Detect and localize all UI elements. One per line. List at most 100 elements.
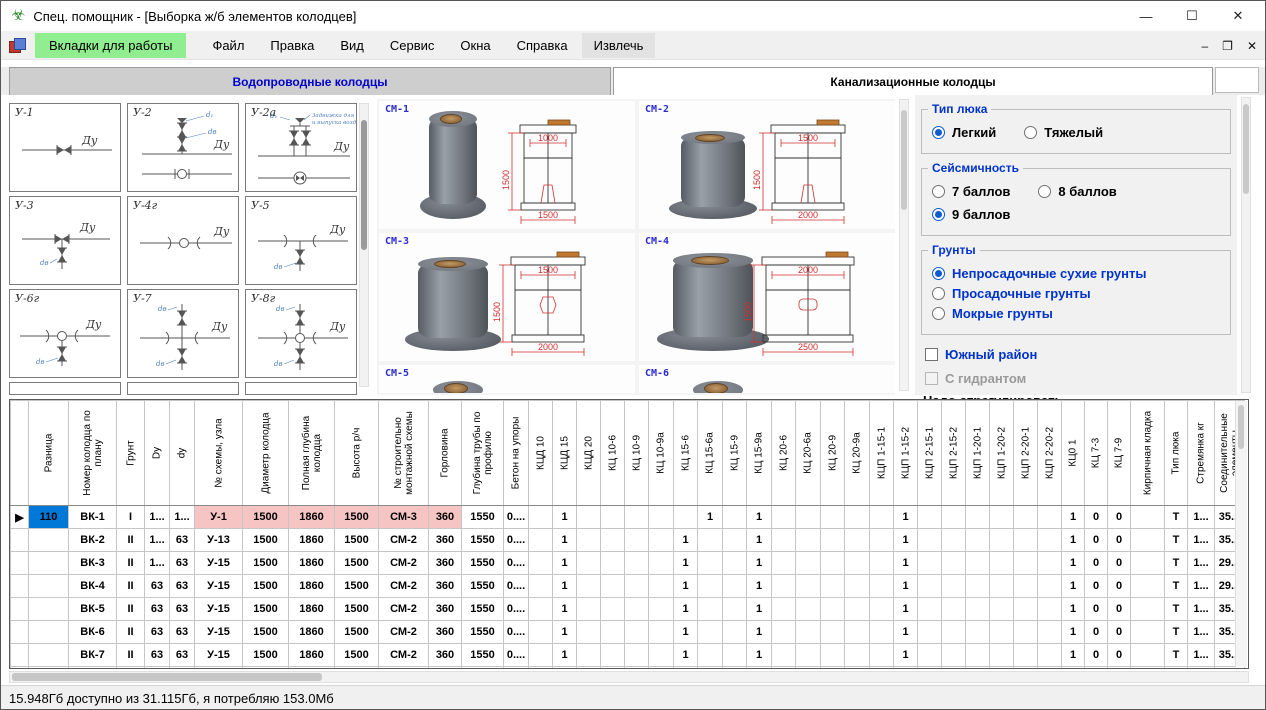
row-selector[interactable]: ▶ <box>11 506 29 529</box>
column-header[interactable]: Полная глубина колодца <box>289 401 335 506</box>
table-cell[interactable]: 0.... <box>504 575 529 598</box>
table-cell[interactable] <box>942 644 966 667</box>
table-cell[interactable]: 360 <box>429 506 462 529</box>
table-cell[interactable] <box>577 552 601 575</box>
column-header[interactable]: КЦ 20-6а <box>796 401 821 506</box>
column-header[interactable]: КЦП 1-20-2 <box>990 401 1014 506</box>
table-cell[interactable] <box>1131 621 1165 644</box>
table-cell[interactable]: У-15 <box>195 667 243 670</box>
table-cell[interactable]: 360 <box>429 667 462 670</box>
column-header[interactable]: № строительно монтажной схемы <box>379 401 429 506</box>
table-cell[interactable]: 0.... <box>504 667 529 670</box>
table-cell[interactable] <box>942 552 966 575</box>
row-selector[interactable] <box>11 621 29 644</box>
table-cell[interactable]: 0 <box>1085 598 1108 621</box>
table-cell[interactable] <box>1038 644 1062 667</box>
row-selector[interactable] <box>11 552 29 575</box>
table-cell[interactable] <box>870 598 894 621</box>
menu-item[interactable]: Правка <box>258 33 326 58</box>
table-cell[interactable] <box>870 529 894 552</box>
table-cell[interactable]: ВК-3 <box>69 552 117 575</box>
table-cell[interactable]: 1550 <box>462 667 504 670</box>
column-header[interactable]: Тип люка <box>1165 401 1188 506</box>
table-cell[interactable] <box>918 644 942 667</box>
table-cell[interactable]: 1 <box>747 552 772 575</box>
table-cell[interactable]: 1 <box>894 529 918 552</box>
table-cell[interactable] <box>966 667 990 670</box>
table-cell[interactable]: II <box>117 575 145 598</box>
column-header[interactable]: Бетон на упоры <box>504 401 529 506</box>
row-selector[interactable] <box>11 529 29 552</box>
table-cell[interactable]: 1 <box>1062 667 1085 670</box>
table-cell[interactable] <box>29 575 69 598</box>
table-cell[interactable] <box>29 667 69 670</box>
table-cell[interactable]: 1500 <box>335 529 379 552</box>
table-cell[interactable] <box>1038 598 1062 621</box>
table-cell[interactable]: 1... <box>145 529 170 552</box>
table-cell[interactable] <box>990 575 1014 598</box>
radio-option[interactable]: Тяжелый <box>1024 125 1103 140</box>
table-cell[interactable]: Т <box>1165 506 1188 529</box>
well-card-СМ-6[interactable]: СМ-6 <box>639 365 895 393</box>
table-cell[interactable]: 1 <box>894 621 918 644</box>
table-cell[interactable]: 1 <box>553 621 577 644</box>
column-header[interactable]: Высота р/ч <box>335 401 379 506</box>
table-cell[interactable]: 63 <box>170 667 195 670</box>
table-cell[interactable] <box>601 506 625 529</box>
table-cell[interactable] <box>942 667 966 670</box>
column-header[interactable]: dy <box>170 401 195 506</box>
table-cell[interactable] <box>821 667 845 670</box>
table-cell[interactable]: ВК-1 <box>69 506 117 529</box>
radio-icon[interactable] <box>932 307 945 320</box>
column-header[interactable]: Номер колодца по плану <box>69 401 117 506</box>
table-cell[interactable] <box>649 529 674 552</box>
table-cell[interactable]: 63 <box>170 621 195 644</box>
table-cell[interactable]: 1550 <box>462 529 504 552</box>
table-cell[interactable] <box>1131 506 1165 529</box>
table-cell[interactable] <box>1014 644 1038 667</box>
table-cell[interactable] <box>674 506 698 529</box>
column-header[interactable]: Глубина трубы по профилю <box>462 401 504 506</box>
table-cell[interactable]: 1 <box>747 621 772 644</box>
table-cell[interactable] <box>796 598 821 621</box>
table-cell[interactable] <box>723 575 747 598</box>
table-cell[interactable]: 63 <box>170 552 195 575</box>
table-cell[interactable] <box>1131 667 1165 670</box>
table-cell[interactable] <box>772 529 796 552</box>
table-cell[interactable] <box>942 575 966 598</box>
table-cell[interactable]: 360 <box>429 575 462 598</box>
menu-item[interactable]: Вид <box>328 33 376 58</box>
table-cell[interactable] <box>845 552 870 575</box>
table-cell[interactable]: 1500 <box>243 598 289 621</box>
table-cell[interactable]: 0 <box>1108 644 1131 667</box>
table-cell[interactable] <box>942 506 966 529</box>
well-card-СМ-4[interactable]: СМ-4200015002500 <box>639 233 895 361</box>
menu-item-tabs-for-work[interactable]: Вкладки для работы <box>35 33 186 58</box>
table-cell[interactable]: СМ-2 <box>379 644 429 667</box>
table-cell[interactable] <box>990 529 1014 552</box>
table-cell[interactable]: 0 <box>1085 621 1108 644</box>
table-cell[interactable] <box>845 506 870 529</box>
schematic-cell-У-5[interactable]: У-5Дуdв <box>245 196 357 285</box>
table-cell[interactable]: 1860 <box>289 552 335 575</box>
table-vscroll-thumb[interactable] <box>1238 405 1244 449</box>
table-cell[interactable]: 1 <box>1062 644 1085 667</box>
table-cell[interactable]: 1 <box>894 644 918 667</box>
table-cell[interactable]: СМ-2 <box>379 598 429 621</box>
column-header[interactable]: КЦД 15 <box>553 401 577 506</box>
table-cell[interactable]: 1860 <box>289 575 335 598</box>
table-cell[interactable] <box>625 575 649 598</box>
table-cell[interactable] <box>625 667 649 670</box>
minimize-button[interactable]: — <box>1123 1 1169 31</box>
table-cell[interactable]: 63 <box>145 644 170 667</box>
column-header[interactable]: КЦ 15-9а <box>747 401 772 506</box>
radio-option[interactable]: Просадочные грунты <box>932 286 1192 301</box>
wells-scrollbar-thumb[interactable] <box>901 110 907 210</box>
mdi-minimize-button[interactable]: – <box>1201 39 1208 53</box>
table-cell[interactable] <box>821 598 845 621</box>
table-cell[interactable] <box>649 575 674 598</box>
table-cell[interactable] <box>577 529 601 552</box>
column-header[interactable]: КЦ 20-6 <box>772 401 796 506</box>
column-header[interactable]: Стремянка кг <box>1188 401 1215 506</box>
table-cell[interactable]: 1 <box>674 575 698 598</box>
